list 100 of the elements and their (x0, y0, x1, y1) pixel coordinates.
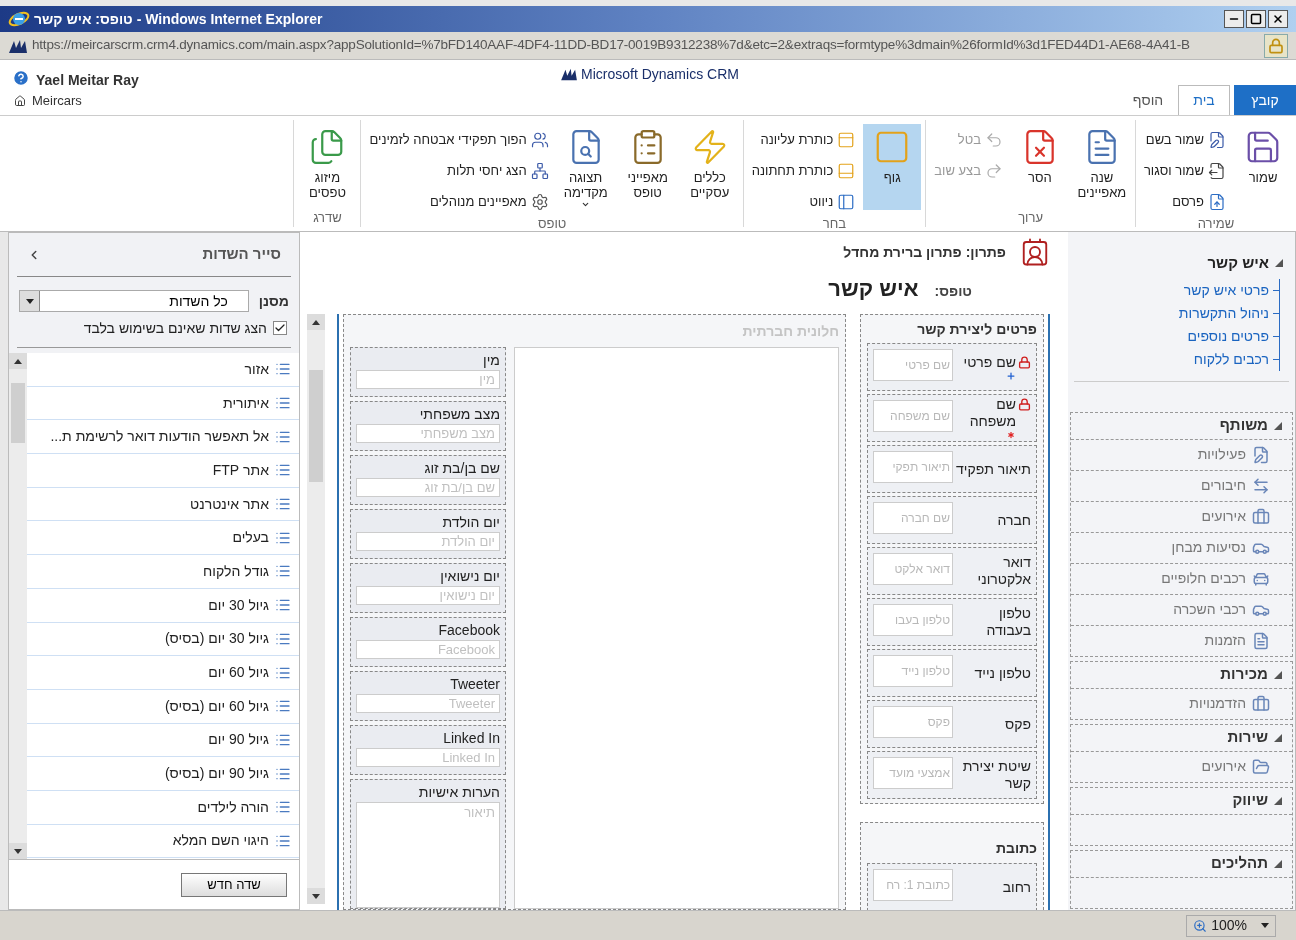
text-input[interactable]: יום נישואין (356, 586, 500, 605)
scroll-up-icon[interactable] (307, 314, 325, 330)
expand-triangle-icon[interactable] (1275, 259, 1283, 268)
field-list-item[interactable]: גודל הלקוח (27, 555, 299, 589)
nav-link[interactable]: ניהול התקשרות (1178, 302, 1269, 324)
filter-dropdown[interactable]: כל השדות (19, 290, 249, 312)
field-list-item[interactable]: גיול 60 יום (בסיס) (27, 689, 299, 724)
field-list-item[interactable]: היגוי השם המלא (27, 824, 299, 859)
text-input[interactable]: אמצעי מועד (873, 757, 953, 789)
text-input[interactable]: טלפון נייד (873, 655, 953, 687)
new-field-button[interactable]: שדה חדש (181, 872, 287, 897)
form-field[interactable]: יום נישואין יום נישואין (350, 563, 506, 613)
ribbon-large-button[interactable]: שנה מאפיינים (1072, 124, 1131, 210)
field-list-item[interactable]: גיול 30 יום (27, 588, 299, 623)
ribbon-small-button[interactable]: מאפיינים מנוהלים (365, 188, 553, 216)
ribbon-small-button[interactable]: שמור וסגור (1139, 157, 1230, 185)
text-input[interactable]: כתובת 1: רח (873, 869, 953, 901)
form-field[interactable]: רחוב כתובת 1: רח (867, 863, 1037, 910)
ribbon-large-button[interactable]: גוף (863, 124, 922, 210)
ribbon-small-button[interactable]: הפוך תפקידי אבטחה לזמינים (365, 126, 553, 154)
ribbon-large-button[interactable]: כללים עסקיים (680, 124, 739, 210)
ribbon-large-button[interactable]: תצוגה מקדימה (556, 124, 615, 210)
text-input[interactable]: Linked In (356, 748, 500, 767)
ribbon-tab[interactable]: קובץ (1234, 85, 1296, 115)
field-list-item[interactable]: גיול 90 יום (בסיס) (27, 757, 299, 791)
scroll-down-icon[interactable] (307, 888, 325, 904)
ribbon-small-button[interactable]: שמור בשם (1139, 126, 1230, 154)
expand-triangle-icon[interactable] (1274, 670, 1282, 679)
field-list-item[interactable]: בעלים (27, 521, 299, 556)
field-list-item[interactable]: אל תאפשר הודעות דואר לרשימת ת... (27, 420, 299, 455)
maximize-button[interactable] (1246, 10, 1266, 28)
nav-item[interactable]: רכבים חלופיים (1071, 562, 1292, 594)
field-list-item[interactable]: אתר FTP (27, 454, 299, 488)
form-field[interactable]: חברה שם חברה (867, 496, 1037, 544)
text-input[interactable]: דואר אלקט (873, 553, 953, 585)
ribbon-large-button[interactable]: מאפייני טופס (618, 124, 677, 210)
ribbon-small-button[interactable]: פרסם (1139, 188, 1230, 216)
field-list-item[interactable]: הורה לילדים (27, 790, 299, 825)
expand-triangle-icon[interactable] (1274, 859, 1282, 868)
text-input[interactable]: שם בן/בת זוג (356, 478, 500, 497)
field-list-item[interactable]: אתר אינטרנט (27, 487, 299, 522)
text-input[interactable]: יום הולדת (356, 532, 500, 551)
form-field[interactable]: דואר אלקטרוני דואר אלקט (867, 547, 1037, 595)
ribbon-small-button[interactable]: הצג יחסי תלות (365, 157, 553, 185)
nav-item[interactable]: הזדמנויות (1071, 687, 1292, 719)
field-list-item[interactable]: גיול 90 יום (27, 723, 299, 758)
vertical-scrollbar[interactable] (9, 353, 27, 859)
nav-item[interactable]: נסיעות מבחן (1071, 531, 1292, 563)
scrollbar-thumb[interactable] (309, 370, 323, 482)
text-input[interactable]: תיאור תפקי (873, 451, 953, 483)
vertical-scrollbar[interactable] (307, 314, 325, 904)
field-list-item[interactable]: אזור (27, 353, 299, 387)
home-icon[interactable] (14, 95, 26, 107)
text-input[interactable]: טלפון בעבו (873, 604, 953, 636)
nav-item[interactable]: פעילויות (1071, 438, 1292, 470)
form-field[interactable]: Tweeter Tweeter (350, 671, 506, 721)
form-field[interactable]: מין מין (350, 347, 506, 397)
form-field[interactable]: שם משפחה שם משפחה (867, 394, 1037, 442)
ribbon-small-button[interactable]: כותרת עליונה (747, 126, 860, 154)
form-field[interactable]: טלפון נייד טלפון נייד (867, 649, 1037, 697)
text-input[interactable]: שם פרטי (873, 349, 953, 381)
checkbox[interactable] (273, 321, 287, 335)
scroll-up-icon[interactable] (9, 353, 27, 369)
nav-item[interactable]: חיבורים (1071, 469, 1292, 501)
nav-item[interactable]: אירועים (1071, 500, 1292, 532)
nav-item[interactable]: הזמנות (1071, 624, 1292, 656)
scroll-down-icon[interactable] (9, 843, 27, 859)
nav-link[interactable]: פרטי איש קשר (1183, 279, 1269, 301)
ribbon-large-button[interactable]: מיזוג טפסים (298, 124, 357, 210)
close-button[interactable] (1268, 10, 1288, 28)
form-section[interactable]: כתובת רחוב כתובת 1: רח (860, 822, 1044, 910)
nav-link[interactable]: רכבים ללקוח (1193, 348, 1269, 370)
ribbon-tab[interactable]: הוסף (1122, 85, 1174, 115)
nav-item[interactable]: רכבי השכרה (1071, 593, 1292, 625)
ribbon-large-button[interactable]: הסר (1010, 124, 1069, 210)
text-input[interactable]: מצב משפחתי (356, 424, 500, 443)
field-list-item[interactable]: איתורית (27, 386, 299, 421)
field-list-item[interactable]: גיול 30 יום (בסיס) (27, 622, 299, 657)
ribbon-large-button[interactable]: שמור (1234, 124, 1292, 210)
dropdown-caret-icon[interactable] (581, 200, 591, 209)
nav-item[interactable]: אירועים (1071, 750, 1292, 782)
text-input[interactable]: Facebook (356, 640, 500, 659)
text-input[interactable]: פקס (873, 706, 953, 738)
ribbon-small-button[interactable]: כותרת תחתונה (747, 157, 860, 185)
form-field[interactable]: Facebook Facebook (350, 617, 506, 667)
form-field[interactable]: יום הולדת יום הולדת (350, 509, 506, 559)
field-list-item[interactable]: גיול 60 יום (27, 656, 299, 690)
form-field[interactable]: מצב משפחתי מצב משפחתי (350, 401, 506, 451)
text-input[interactable]: מין (356, 370, 500, 389)
expand-triangle-icon[interactable] (1274, 421, 1282, 430)
form-field[interactable]: טלפון בעבודה טלפון בעבו (867, 598, 1037, 646)
zoom-control[interactable]: 100% (1186, 914, 1276, 937)
help-icon[interactable] (12, 68, 30, 87)
nav-link[interactable]: פרטים נוספים (1187, 325, 1269, 347)
text-input[interactable]: שם חברה (873, 502, 953, 534)
form-field[interactable]: Linked In Linked In (350, 725, 506, 775)
form-field[interactable]: שם פרטי שם פרטי (867, 343, 1037, 391)
scrollbar-thumb[interactable] (11, 383, 25, 443)
ribbon-small-button[interactable]: ניווט (747, 188, 860, 216)
ribbon-tab[interactable]: בית (1178, 85, 1230, 115)
